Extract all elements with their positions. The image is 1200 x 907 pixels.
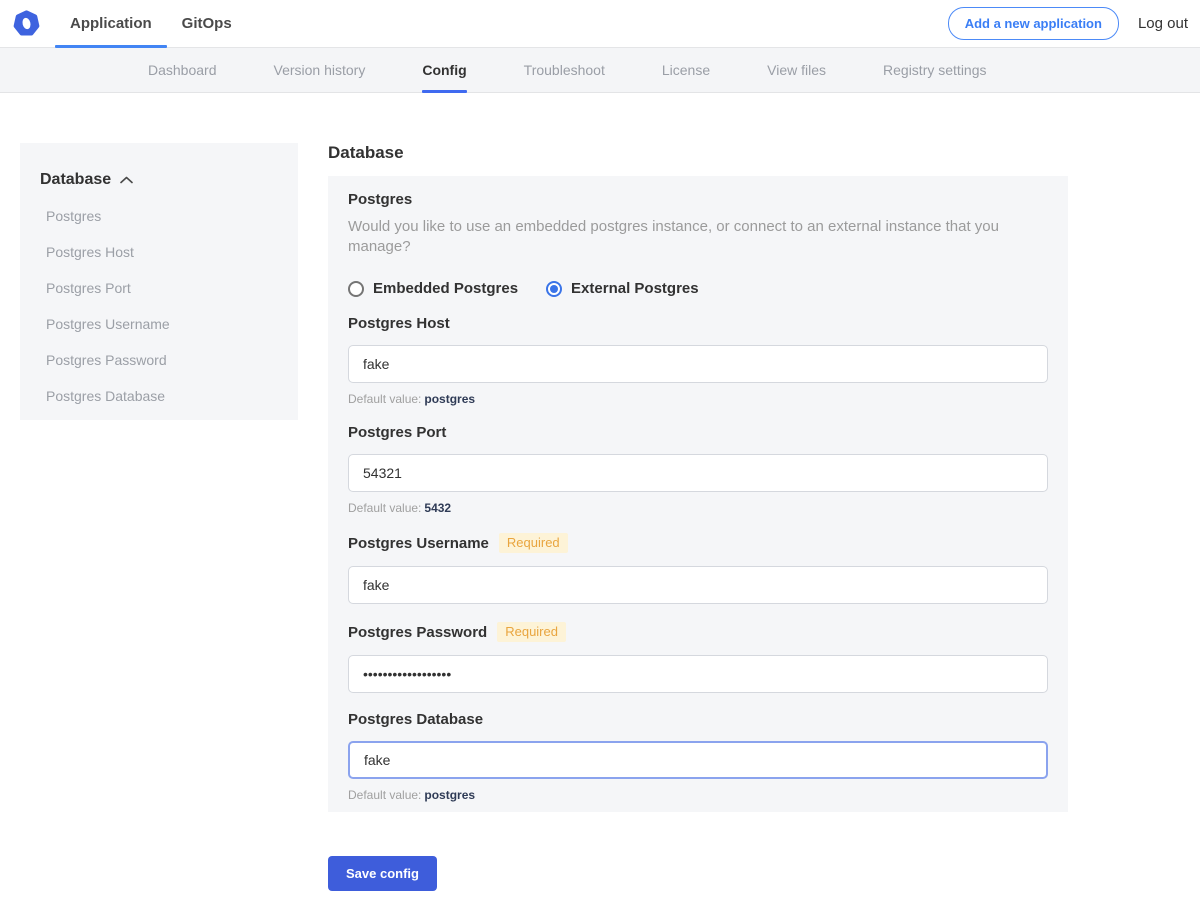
radio-external-postgres-label: External Postgres <box>571 280 699 297</box>
field-postgres-port: Postgres Port Default value:5432 <box>348 424 1048 515</box>
subnav-item-dashboard[interactable]: Dashboard <box>148 48 217 92</box>
postgres-host-input[interactable] <box>348 345 1048 383</box>
radio-embedded-postgres-label: Embedded Postgres <box>373 280 518 297</box>
field-postgres-host: Postgres Host Default value:postgres <box>348 315 1048 406</box>
sidebar-item-postgres-host[interactable]: Postgres Host <box>46 244 278 260</box>
tab-gitops-label: GitOps <box>182 15 232 32</box>
postgres-username-label: Postgres Username <box>348 535 489 552</box>
field-label-row: Postgres Port <box>348 424 1048 441</box>
radio-external-postgres[interactable]: External Postgres <box>546 280 699 297</box>
default-label: Default value: <box>348 501 421 515</box>
subnav-item-config[interactable]: Config <box>422 48 466 92</box>
postgres-password-input[interactable] <box>348 655 1048 693</box>
postgres-database-default-note: Default value:postgres <box>348 788 1048 802</box>
page-title: Database <box>328 143 1068 163</box>
sidebar-item-postgres-password[interactable]: Postgres Password <box>46 352 278 368</box>
sidebar-item-postgres-database[interactable]: Postgres Database <box>46 388 278 404</box>
postgres-password-label: Postgres Password <box>348 624 487 641</box>
postgres-host-label: Postgres Host <box>348 315 450 332</box>
field-label-row: Postgres Password Required <box>348 622 1048 642</box>
default-value: postgres <box>424 788 475 802</box>
radio-selected-icon <box>546 281 562 297</box>
subnav-item-view-files[interactable]: View files <box>767 48 826 92</box>
postgres-port-default-note: Default value:5432 <box>348 501 1048 515</box>
config-group-title: Postgres <box>348 191 1048 208</box>
postgres-database-input[interactable] <box>348 741 1048 779</box>
tab-application[interactable]: Application <box>55 0 167 47</box>
subnav-item-troubleshoot[interactable]: Troubleshoot <box>524 48 605 92</box>
required-badge: Required <box>499 533 568 553</box>
field-label-row: Postgres Username Required <box>348 533 1048 553</box>
sidebar-item-postgres-port[interactable]: Postgres Port <box>46 280 278 296</box>
sidebar-item-postgres[interactable]: Postgres <box>46 208 278 224</box>
config-sidebar: Database Postgres Postgres Host Postgres… <box>20 143 298 420</box>
config-group-help: Would you like to use an embedded postgr… <box>348 217 1048 256</box>
primary-tabs: Application GitOps <box>55 0 247 47</box>
default-value: postgres <box>424 392 475 406</box>
app-logo-icon <box>12 9 41 38</box>
postgres-type-radio-group: Embedded Postgres External Postgres <box>348 280 1048 297</box>
top-nav: Application GitOps Add a new application… <box>0 0 1200 48</box>
tab-application-label: Application <box>70 15 152 32</box>
app-logo-icon[interactable] <box>0 9 55 38</box>
default-label: Default value: <box>348 392 421 406</box>
logout-link[interactable]: Log out <box>1138 15 1188 32</box>
field-postgres-username: Postgres Username Required <box>348 533 1048 604</box>
field-label-row: Postgres Host <box>348 315 1048 332</box>
postgres-host-default-note: Default value:postgres <box>348 392 1048 406</box>
app-subnav: Dashboard Version history Config Trouble… <box>0 48 1200 93</box>
postgres-database-label: Postgres Database <box>348 711 483 728</box>
subnav-item-version-history[interactable]: Version history <box>274 48 366 92</box>
add-application-button[interactable]: Add a new application <box>948 7 1119 40</box>
subnav-item-registry-settings[interactable]: Registry settings <box>883 48 986 92</box>
subnav-item-license[interactable]: License <box>662 48 710 92</box>
field-postgres-password: Postgres Password Required <box>348 622 1048 693</box>
default-label: Default value: <box>348 788 421 802</box>
default-value: 5432 <box>424 501 451 515</box>
top-nav-right: Add a new application Log out <box>948 7 1200 40</box>
chevron-up-icon <box>120 176 133 184</box>
sidebar-group-label: Database <box>40 171 111 189</box>
sidebar-item-list: Postgres Postgres Host Postgres Port Pos… <box>40 208 278 404</box>
postgres-port-label: Postgres Port <box>348 424 446 441</box>
radio-unselected-icon <box>348 281 364 297</box>
postgres-port-input[interactable] <box>348 454 1048 492</box>
config-page: Database Postgres Postgres Host Postgres… <box>0 93 1200 907</box>
field-postgres-database: Postgres Database Default value:postgres <box>348 711 1048 802</box>
required-badge: Required <box>497 622 566 642</box>
config-main: Database Postgres Would you like to use … <box>328 93 1068 907</box>
config-group-card: Postgres Would you like to use an embedd… <box>328 176 1068 812</box>
sidebar-item-postgres-username[interactable]: Postgres Username <box>46 316 278 332</box>
postgres-username-input[interactable] <box>348 566 1048 604</box>
tab-gitops[interactable]: GitOps <box>167 0 247 47</box>
radio-embedded-postgres[interactable]: Embedded Postgres <box>348 280 518 297</box>
sidebar-group-database[interactable]: Database <box>40 171 278 189</box>
field-label-row: Postgres Database <box>348 711 1048 728</box>
